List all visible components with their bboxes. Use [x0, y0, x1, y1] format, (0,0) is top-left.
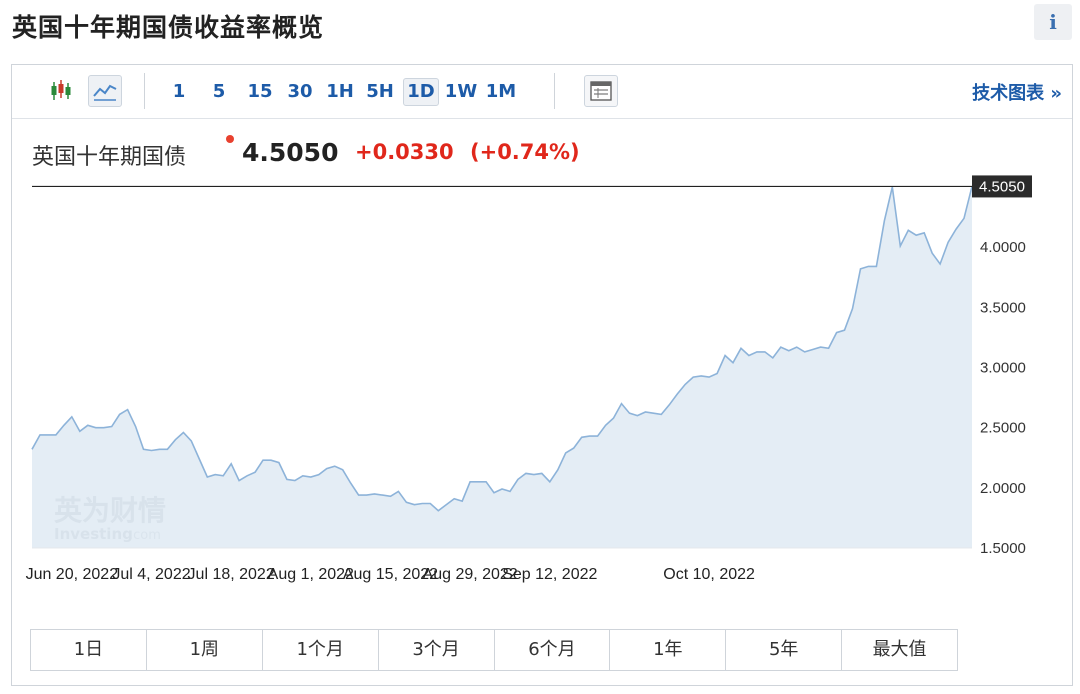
range-3m[interactable]: 3个月 — [378, 630, 495, 670]
range-1w[interactable]: 1周 — [146, 630, 263, 670]
x-tick-label: Jun 20, 2022 — [26, 566, 119, 583]
info-icon[interactable]: i — [1034, 4, 1072, 40]
range-1y[interactable]: 1年 — [610, 630, 727, 670]
range-selector: 1日 1周 1个月 3个月 6个月 1年 5年 最大值 — [30, 629, 958, 671]
y-tick-label: 2.5000 — [980, 420, 1026, 437]
x-tick-label: Jul 4, 2022 — [112, 566, 190, 583]
y-tick-label: 4.0000 — [980, 239, 1026, 256]
range-1m[interactable]: 1个月 — [262, 630, 379, 670]
y-tick-label: 1.5000 — [980, 540, 1026, 557]
y-tick-label: 3.0000 — [980, 360, 1026, 377]
chart-panel: 1 5 15 30 1H 5H 1D 1W 1M 技术图表 » 英国十年期国债 … — [11, 64, 1073, 686]
range-5y[interactable]: 5年 — [726, 630, 843, 670]
last-price-label: 4.5050 — [979, 178, 1025, 195]
range-6m[interactable]: 6个月 — [494, 630, 611, 670]
range-1d[interactable]: 1日 — [31, 630, 147, 670]
y-tick-label: 3.5000 — [980, 299, 1026, 316]
yield-chart[interactable]: 英为财情Investing.com4.50504.00003.50003.000… — [12, 65, 1072, 625]
range-max[interactable]: 最大值 — [842, 630, 957, 670]
x-tick-label: Aug 1, 2022 — [268, 566, 354, 583]
page-title: 英国十年期国债收益率概览 — [12, 13, 325, 42]
x-tick-label: Jul 18, 2022 — [188, 566, 275, 583]
x-tick-label: Oct 10, 2022 — [663, 566, 755, 583]
x-tick-label: Sep 12, 2022 — [502, 566, 597, 583]
y-tick-label: 2.0000 — [980, 480, 1026, 497]
